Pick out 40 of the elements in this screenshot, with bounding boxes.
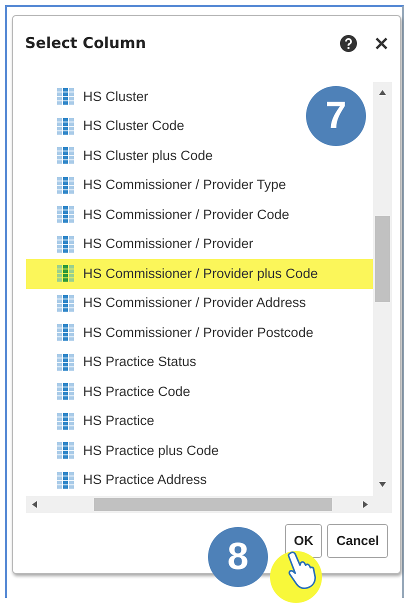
list-item[interactable]: HS Practice Status [26,348,200,377]
cancel-button[interactable]: Cancel [327,524,388,558]
list-item[interactable]: HS Practice [26,406,158,436]
list-item[interactable]: HS Commissioner / Provider Address [26,288,310,318]
grid-icon [57,442,74,460]
grid-icon [57,118,74,135]
list-item[interactable]: HS Commissioner / Provider Code [26,200,294,230]
grid-icon [57,147,74,164]
grid-icon [57,324,74,342]
list-item[interactable]: HS Commissioner / Provider Type [26,170,290,200]
grid-icon [57,412,74,430]
vertical-scrollbar[interactable] [373,82,392,496]
scroll-left-icon[interactable] [32,501,37,508]
list-item[interactable]: HS Cluster plus Code [26,141,217,170]
list-item[interactable]: HS Cluster Code [26,112,188,141]
grid-icon [57,472,74,489]
scroll-thumb[interactable] [94,498,332,511]
horizontal-scrollbar[interactable] [26,496,392,513]
list-item[interactable]: HS Commissioner / Provider plus Code [26,259,373,288]
list-item[interactable]: HS Commissioner / Provider Postcode [26,318,318,348]
scroll-right-icon[interactable] [363,501,368,508]
close-icon[interactable] [375,37,388,50]
list-item[interactable]: HS Practice plus Code [26,436,223,466]
grid-icon [57,88,74,106]
grid-icon [57,294,74,312]
grid-icon [57,265,74,282]
help-icon[interactable] [340,35,357,52]
dialog-title: Select Column [25,33,146,54]
list-item[interactable]: HS Practice Code [26,377,194,406]
list-item[interactable]: HS Practice Address [26,466,211,495]
grid-icon [57,206,74,224]
list-item[interactable]: HS Cluster [26,82,152,112]
grid-icon [57,383,74,400]
grid-icon [57,354,74,371]
grid-icon [57,176,74,194]
list-item[interactable]: HS Commissioner / Provider [26,230,258,259]
grid-icon [57,236,74,253]
scroll-down-icon[interactable] [379,482,386,487]
scroll-thumb[interactable] [375,216,390,302]
scroll-up-icon[interactable] [379,90,386,95]
